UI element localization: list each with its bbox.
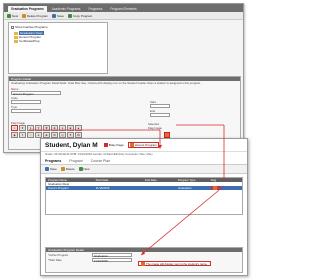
flag-note-text: The image will display next to the stude…: [146, 261, 208, 266]
copy-icon: [67, 13, 72, 18]
folder-icon: [14, 31, 18, 35]
cell-flag: [210, 186, 242, 190]
flag-icon-option[interactable]: ■: [67, 125, 74, 131]
show-inactive-toggle[interactable]: Show Inactive Programs: [11, 25, 105, 29]
tab-programs[interactable]: Programs: [45, 159, 61, 163]
student-tabs: Programs Program Course Plan: [41, 157, 247, 165]
start-date-field[interactable]: 11/16/2015: [92, 258, 132, 263]
delete-icon: [22, 13, 27, 18]
code-label: Code: [11, 96, 18, 101]
flag-icon-option[interactable]: ✦: [19, 132, 26, 138]
bday-flag[interactable]: Bday Flags: [103, 143, 124, 147]
flag-icon-option[interactable]: ◆: [11, 132, 18, 138]
student-toolbar: Save Delete New: [41, 165, 247, 174]
student-window: Student, Dylan M Bday Flags Honors Progr…: [40, 138, 248, 276]
add-icon: [78, 167, 83, 171]
new-button[interactable]: New: [7, 13, 19, 18]
honors-program-flag[interactable]: Honors Program: [127, 142, 159, 148]
cell-program-type: Graduation: [177, 186, 192, 190]
save-icon: [52, 13, 57, 18]
student-name: Student, Dylan M: [45, 141, 98, 149]
flag-note: The image will display next to the stude…: [138, 261, 211, 266]
save-button[interactable]: Save: [45, 167, 57, 171]
cell-end-date: [145, 186, 178, 190]
flag-icon-grid: ☺ ★ ♦ ♥ ✚ ♣ ● ■ ▲ ◆ ✦ ☼ ♠ ☻ ✿ ◎ ▼ ✪: [11, 125, 82, 138]
copy-label: Copy Program: [72, 13, 93, 18]
flag-icon-option[interactable]: ♦: [27, 125, 34, 131]
active-program-label: *Active Program: [48, 253, 69, 257]
program-flag-icon: [129, 143, 134, 147]
start-field[interactable]: [150, 104, 170, 108]
program-edit-panel: Graduation Program Detail *Active Progra…: [45, 247, 243, 273]
cell-program-name: Honors Program: [48, 186, 69, 190]
save-icon: [45, 167, 49, 171]
save-label: Save: [57, 13, 64, 18]
edit-panel-title: Graduation Program Detail: [46, 248, 242, 252]
delete-program-button[interactable]: Delete Program: [22, 13, 49, 18]
tree-item-certificate[interactable]: Certificate/Prep: [14, 39, 105, 43]
flag-icon-option[interactable]: ♣: [51, 125, 58, 131]
flag-icon-option[interactable]: ☼: [27, 132, 34, 138]
tab-graduation-programs[interactable]: Graduation Programs: [8, 6, 47, 12]
tab-course-plan[interactable]: Course Plan: [91, 159, 110, 163]
top-toolbar: New Delete Program Save Copy Program: [4, 12, 243, 20]
save-label: Save: [50, 167, 57, 171]
delete-label: Delete: [65, 167, 75, 171]
delete-button[interactable]: Delete: [60, 167, 75, 171]
program-table: Program Name Start Date End Date Program…: [45, 177, 243, 215]
tab-program[interactable]: Program: [69, 159, 82, 163]
active-program-field[interactable]: Graduation: [92, 253, 132, 258]
flag-image-caption: Flag Image: [148, 126, 162, 130]
date-fields: Start End: [148, 99, 170, 117]
flag-icon-option[interactable]: ▲: [75, 125, 82, 131]
student-header: Student, Dylan M Bday Flags Honors Progr…: [41, 139, 247, 152]
table-row[interactable]: Honors Program 11/16/2015 Graduation: [46, 186, 242, 190]
code-field[interactable]: [11, 100, 41, 105]
table-empty-area: [46, 190, 242, 214]
save-button[interactable]: Save: [52, 13, 64, 18]
name-field[interactable]: Honors Program: [11, 91, 61, 96]
flag-icon-option[interactable]: ☺: [11, 125, 18, 131]
top-tabs: Graduation Programs Academic Programs Pr…: [4, 4, 243, 12]
add-icon: [7, 13, 11, 18]
program-tree: Show Inactive Programs Graduation Reqs H…: [8, 22, 108, 74]
start-date-label: *Start Date: [48, 258, 62, 262]
end-field[interactable]: [150, 113, 170, 117]
row-flag-icon: [212, 186, 217, 190]
flag-icon-option[interactable]: ✚: [43, 125, 50, 131]
flag-icon-option[interactable]: ♥: [35, 125, 42, 131]
new-button[interactable]: New: [78, 167, 90, 171]
folder-icon: [14, 39, 18, 43]
detail-note: Graduating Graduation Program Detail fie…: [11, 81, 201, 85]
type-field[interactable]: [11, 109, 41, 114]
tab-programs[interactable]: Programs: [85, 6, 105, 12]
tree-item-label: Certificate/Prep: [19, 39, 40, 43]
folder-icon: [14, 35, 18, 39]
flag-icon-option[interactable]: ★: [19, 125, 26, 131]
flag-label: Bday Flags: [108, 143, 124, 147]
row-flag-box: [210, 186, 220, 190]
new-label: New: [12, 13, 19, 18]
flag-label: Honors Program: [134, 143, 157, 147]
show-inactive-label: Show Inactive Programs: [15, 25, 48, 29]
delete-label: Delete Program: [27, 13, 49, 18]
program-admin-window: Graduation Programs Academic Programs Pr…: [3, 3, 244, 153]
tab-academic-programs[interactable]: Academic Programs: [49, 6, 84, 12]
delete-icon: [60, 167, 65, 171]
type-label: Type: [11, 105, 18, 110]
active-program-row: *Active Program Graduation: [46, 253, 242, 258]
cell-start-date: 11/16/2015: [95, 186, 110, 190]
note-flag-icon: [141, 261, 145, 266]
flag-icon-option[interactable]: ●: [59, 125, 66, 131]
tab-program-elements[interactable]: Program Elements: [107, 6, 139, 12]
checkbox[interactable]: [11, 25, 14, 29]
flag-icon: [103, 143, 108, 147]
copy-program-button[interactable]: Copy Program: [67, 13, 93, 18]
new-label: New: [83, 167, 90, 171]
